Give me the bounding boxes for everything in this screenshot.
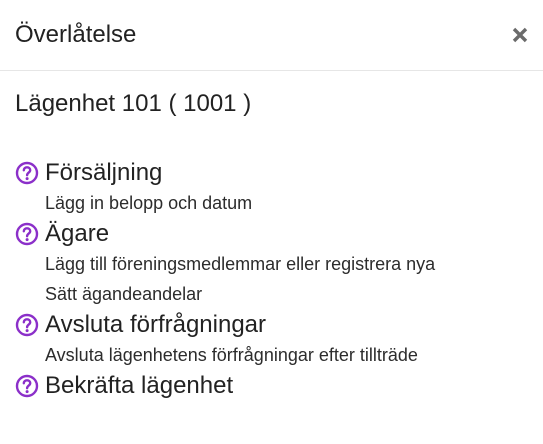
help-circle-icon[interactable] <box>15 161 39 185</box>
dialog-header: Överlåtelse <box>0 0 543 71</box>
step-title: Avsluta förfrågningar <box>45 311 267 338</box>
dialog-title: Överlåtelse <box>15 21 137 48</box>
step-header: Ägare <box>15 217 528 251</box>
transfer-dialog: Överlåtelse Lägenhet 101 ( 1001 ) Försäl… <box>0 0 543 444</box>
step-description: Avsluta lägenhetens förfrågningar efter … <box>45 345 418 365</box>
step-owners: Ägare Lägg till föreningsmedlemmar eller… <box>15 217 528 308</box>
help-circle-icon[interactable] <box>15 374 39 398</box>
close-icon <box>512 27 528 43</box>
step-header: Bekräfta lägenhet <box>15 369 528 403</box>
step-confirm-apartment: Bekräfta lägenhet <box>15 369 528 403</box>
dialog-body: Lägenhet 101 ( 1001 ) Försäljning Lägg i… <box>15 90 528 403</box>
step-header: Avsluta förfrågningar <box>15 308 528 342</box>
step-title: Ägare <box>45 220 110 247</box>
step-title: Bekräfta lägenhet <box>45 372 234 399</box>
help-circle-icon[interactable] <box>15 222 39 246</box>
close-button[interactable] <box>509 22 531 48</box>
apartment-label: Lägenhet 101 ( 1001 ) <box>15 90 252 117</box>
step-description: Lägg in belopp och datum <box>45 193 253 213</box>
step-header: Försäljning <box>15 156 528 190</box>
step-title: Försäljning <box>45 159 163 186</box>
help-circle-icon[interactable] <box>15 313 39 337</box>
step-list: Försäljning Lägg in belopp och datum Äga… <box>15 156 528 403</box>
step-description: Sätt ägandeandelar <box>45 284 203 304</box>
step-sale: Försäljning Lägg in belopp och datum <box>15 156 528 217</box>
step-close-requests: Avsluta förfrågningar Avsluta lägenheten… <box>15 308 528 369</box>
step-description: Lägg till föreningsmedlemmar eller regis… <box>45 254 436 274</box>
